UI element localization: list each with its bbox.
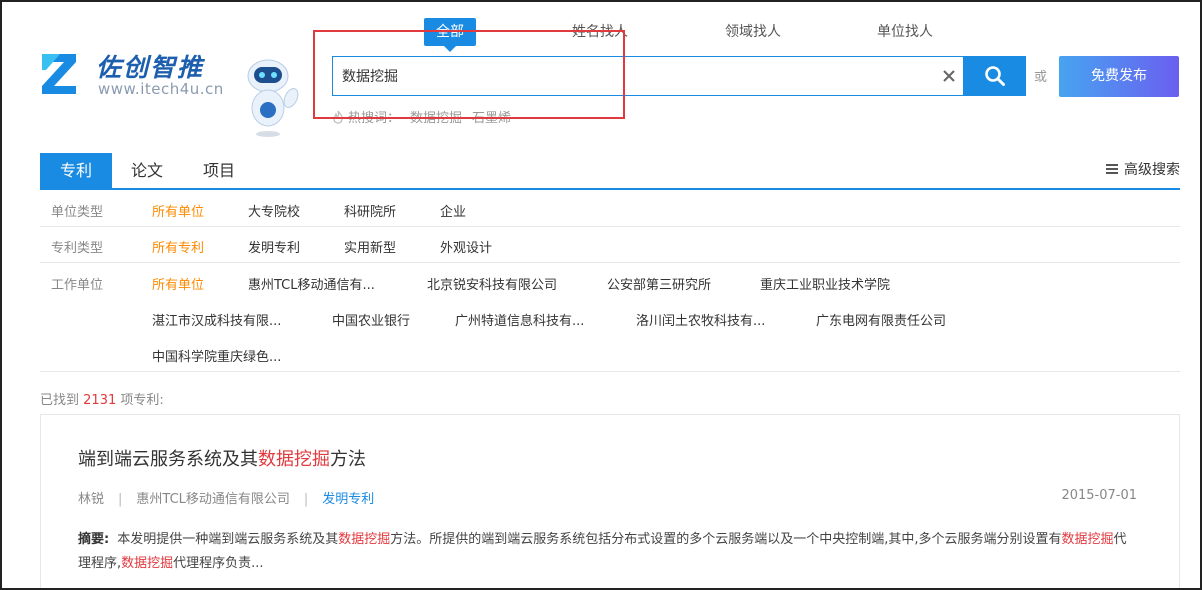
filter-option[interactable]: 惠州TCL移动通信有... [248, 274, 375, 293]
hot-keyword[interactable]: 石墨烯 [472, 111, 511, 126]
logo-name: 佐创智推 [96, 53, 205, 82]
filter-option[interactable]: 企业 [440, 201, 466, 220]
hot-search-label: 热搜词： [348, 111, 401, 126]
result-count-number: 2131 [83, 393, 117, 408]
filter-option[interactable]: 发明专利 [248, 237, 300, 256]
advanced-search-label: 高级搜索 [1124, 162, 1180, 178]
search-tab-by-field[interactable]: 领域找人 [725, 18, 781, 46]
filter-option[interactable]: 所有单位 [152, 274, 204, 293]
logo-z-icon [42, 54, 76, 94]
robot-mascot-icon [247, 59, 299, 137]
hot-keyword[interactable]: 数据挖掘 [410, 111, 462, 126]
result-type[interactable]: 发明专利 [322, 492, 374, 507]
tab-project[interactable]: 项目 [203, 153, 235, 188]
search-icon [984, 66, 1005, 86]
filter-option[interactable]: 洛川闰土农牧科技有... [636, 310, 765, 329]
search-button[interactable] [963, 56, 1026, 96]
filter-option[interactable]: 科研院所 [344, 201, 396, 220]
filter-row-unit-type: 单位类型 所有单位 大专院校 科研院所 企业 [40, 190, 1180, 227]
filter-option[interactable]: 北京锐安科技有限公司 [427, 274, 557, 293]
filter-panel: 单位类型 所有单位 大专院校 科研院所 企业 专利类型 所有专利 发明专利 实用… [40, 190, 1180, 372]
filter-option[interactable]: 大专院校 [248, 201, 300, 220]
filter-option[interactable]: 中国科学院重庆绿色... [152, 346, 281, 365]
result-count: 已找到 2131 项专利: [40, 393, 164, 408]
result-card: 端到端云服务系统及其数据挖掘方法 林锐 | 惠州TCL移动通信有限公司 | 发明专利 2… [40, 414, 1180, 590]
filter-row-work-unit: 工作单位 所有单位 惠州TCL移动通信有... 北京锐安科技有限公司 公安部第三… [40, 263, 1180, 372]
filter-label: 单位类型 [51, 205, 104, 220]
filter-label: 专利类型 [51, 241, 104, 256]
fire-icon [333, 110, 343, 124]
filter-option[interactable]: 外观设计 [440, 237, 492, 256]
tab-patent[interactable]: 专利 [40, 153, 112, 188]
free-publish-button[interactable]: 免费发布 [1059, 56, 1179, 97]
meta-separator: | [118, 492, 123, 507]
search-tab-by-name[interactable]: 姓名找人 [572, 18, 628, 46]
abstract-label: 摘要: [78, 532, 110, 547]
filter-option[interactable]: 实用新型 [344, 237, 396, 256]
filter-option[interactable]: 广州特道信息科技有... [455, 310, 584, 329]
result-title[interactable]: 端到端云服务系统及其数据挖掘方法 [78, 445, 366, 471]
result-org[interactable]: 惠州TCL移动通信有限公司 [136, 492, 290, 507]
filter-row-patent-type: 专利类型 所有专利 发明专利 实用新型 外观设计 [40, 227, 1180, 263]
clear-icon[interactable] [939, 66, 959, 86]
tab-paper[interactable]: 论文 [131, 153, 163, 188]
result-abstract: 摘要: 本发明提供一种端到端云服务系统及其数据挖掘方法。所提供的端到端云服务系统包… [78, 532, 1127, 571]
hot-search: 热搜词： 数据挖掘 石墨烯 [332, 107, 511, 126]
filter-option[interactable]: 公安部第三研究所 [607, 274, 711, 293]
logo-url: www.itech4u.cn [98, 80, 224, 98]
search-tab-all[interactable]: 全部 [424, 18, 476, 52]
search-tab-by-unit[interactable]: 单位找人 [877, 18, 933, 46]
result-meta: 林锐 | 惠州TCL移动通信有限公司 | 发明专利 [78, 488, 374, 507]
filter-option[interactable]: 广东电网有限责任公司 [816, 310, 946, 329]
site-logo[interactable]: 佐创智推 www.itech4u.cn [38, 44, 299, 137]
advanced-search-button[interactable]: 高级搜索 [1106, 159, 1180, 179]
or-text: 或 [1034, 70, 1048, 85]
result-date: 2015-07-01 [1061, 488, 1137, 503]
filter-option[interactable]: 所有单位 [152, 201, 204, 220]
meta-separator: | [303, 492, 309, 507]
menu-icon [1106, 164, 1118, 174]
filter-option[interactable]: 湛江市汉成科技有限... [152, 310, 281, 329]
filter-label: 工作单位 [51, 278, 104, 293]
search-mode-tabs: 全部 姓名找人 领域找人 单位找人 [424, 18, 984, 52]
filter-option[interactable]: 所有专利 [152, 237, 204, 256]
filter-option[interactable]: 中国农业银行 [332, 310, 410, 329]
search-input[interactable] [333, 57, 923, 95]
search-box [332, 56, 964, 96]
result-author[interactable]: 林锐 [78, 492, 104, 507]
category-tabs: 专利 论文 项目 高级搜索 [40, 153, 1180, 190]
filter-option[interactable]: 重庆工业职业技术学院 [760, 274, 890, 293]
